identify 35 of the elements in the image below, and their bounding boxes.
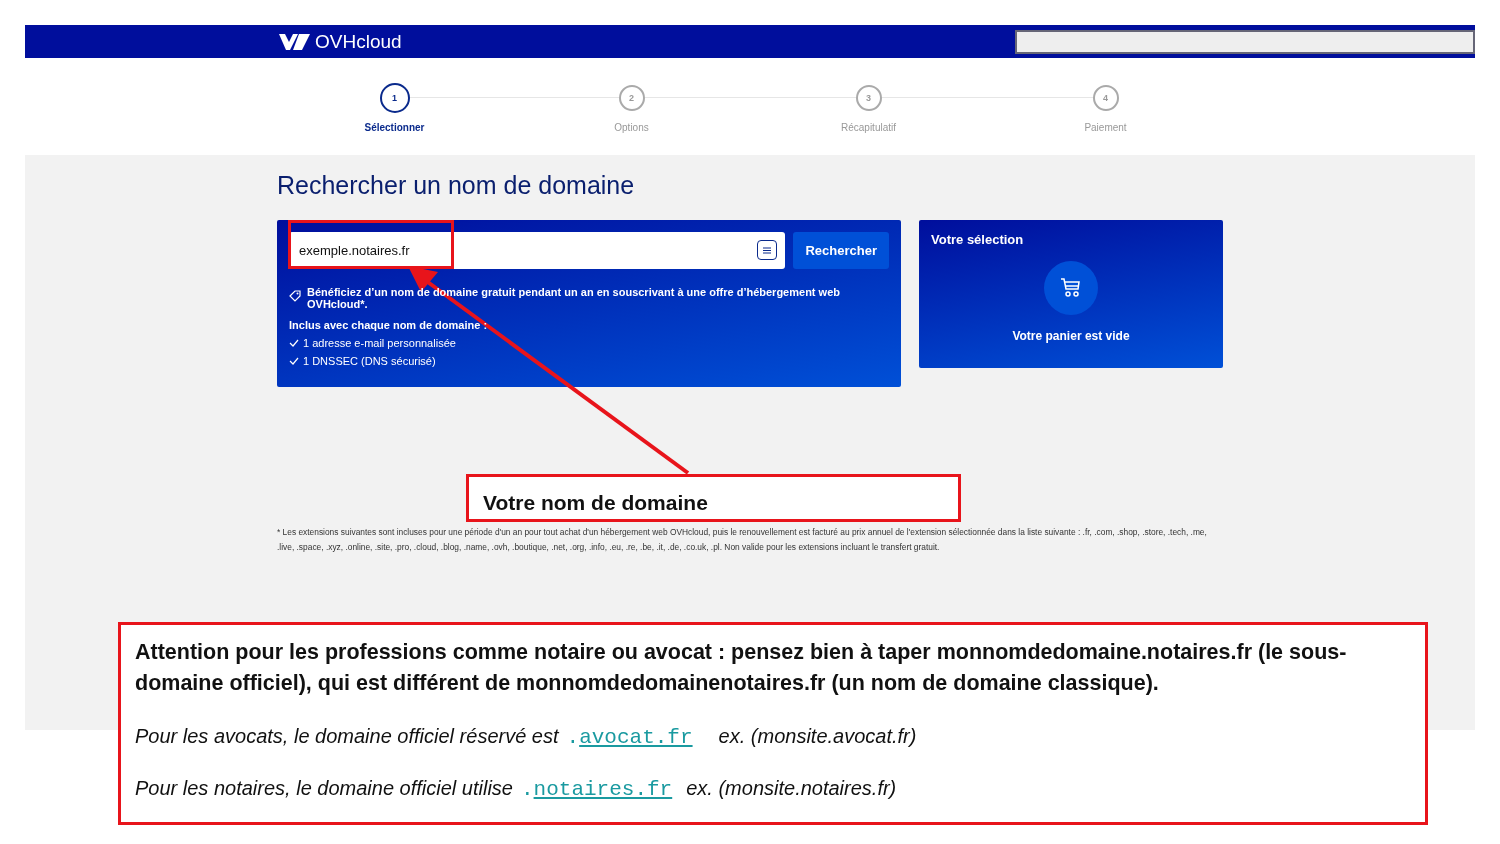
callout-label: Votre nom de domaine bbox=[466, 474, 961, 522]
example-text: ex. (monsite.notaires.fr) bbox=[686, 777, 897, 800]
logo-text: OVHcloud bbox=[315, 30, 402, 53]
tag-icon bbox=[289, 290, 301, 302]
domain-field[interactable]: exemple.notaires.fr bbox=[289, 232, 786, 269]
included-item: 1 DNSSEC (DNS sécurisé) bbox=[303, 355, 436, 367]
step-label[interactable]: Paiement bbox=[1084, 122, 1127, 133]
search-button[interactable]: Rechercher bbox=[793, 232, 889, 269]
domain-link[interactable]: avocat.fr bbox=[579, 726, 693, 749]
footnote: * Les extensions suivantes sont incluses pour une période d'un an pour tout achat d'un hébergement web OVHcloud, puis le renouvellement est facturé au prix annuel de l'extension sélectionnée dans la liste suivante : .fr, .com, .shop, .store, .tech, .me, .live, .space, .xyz, .online, .site, .pro, .cloud, .blog, .name, .ovh, .boutique, .net, .org, .info, .eu, .re, .be, .it, .de, .co.uk, .pl. Non valide pour les extensions incluant le transfert gratuit. bbox=[277, 526, 1208, 554]
domain-code: .avocat.fr bbox=[566, 726, 693, 749]
step-number[interactable]: 2 bbox=[618, 85, 645, 111]
empty-cart-text: Votre panier est vide bbox=[1012, 329, 1130, 343]
step-label[interactable]: Récapitulatif bbox=[841, 122, 896, 133]
header-field[interactable] bbox=[1015, 29, 1475, 54]
card-title: Votre sélection bbox=[931, 232, 1024, 247]
step-number[interactable]: 3 bbox=[855, 85, 882, 111]
domain-link[interactable]: notaires.fr bbox=[533, 778, 673, 801]
note-text: Pour les avocats, le domaine officiel réservé est bbox=[135, 725, 559, 748]
step-label[interactable]: Options bbox=[614, 122, 649, 133]
step-number[interactable]: 1 bbox=[379, 83, 410, 113]
included-heading: Inclus avec chaque nom de domaine : bbox=[289, 319, 489, 331]
step-number[interactable]: 4 bbox=[1092, 85, 1119, 111]
domain-code: .notaires.fr bbox=[520, 778, 673, 801]
cart-icon bbox=[1060, 278, 1082, 298]
step-label[interactable]: Sélectionner bbox=[364, 122, 425, 133]
note-text: Pour les notaires, le domaine officiel utilise bbox=[135, 777, 513, 800]
page-title: Rechercher un nom de domaine bbox=[277, 171, 636, 200]
list-icon bbox=[763, 246, 772, 254]
list-button[interactable] bbox=[757, 240, 778, 260]
included-item: 1 adresse e-mail personnalisée bbox=[303, 337, 456, 349]
warning-text: Attention pour les professions comme notaire ou avocat : pensez bien à taper monnomdedomaine.notaires.fr (le sous-domaine officiel), qui est différent de monnomdedomainenotaires.fr (un nom de domaine classique). bbox=[135, 639, 1348, 697]
logo[interactable]: OVHcloud bbox=[279, 30, 402, 53]
example-text: ex. (monsite.avocat.fr) bbox=[718, 725, 917, 748]
logo-icon bbox=[279, 32, 311, 51]
